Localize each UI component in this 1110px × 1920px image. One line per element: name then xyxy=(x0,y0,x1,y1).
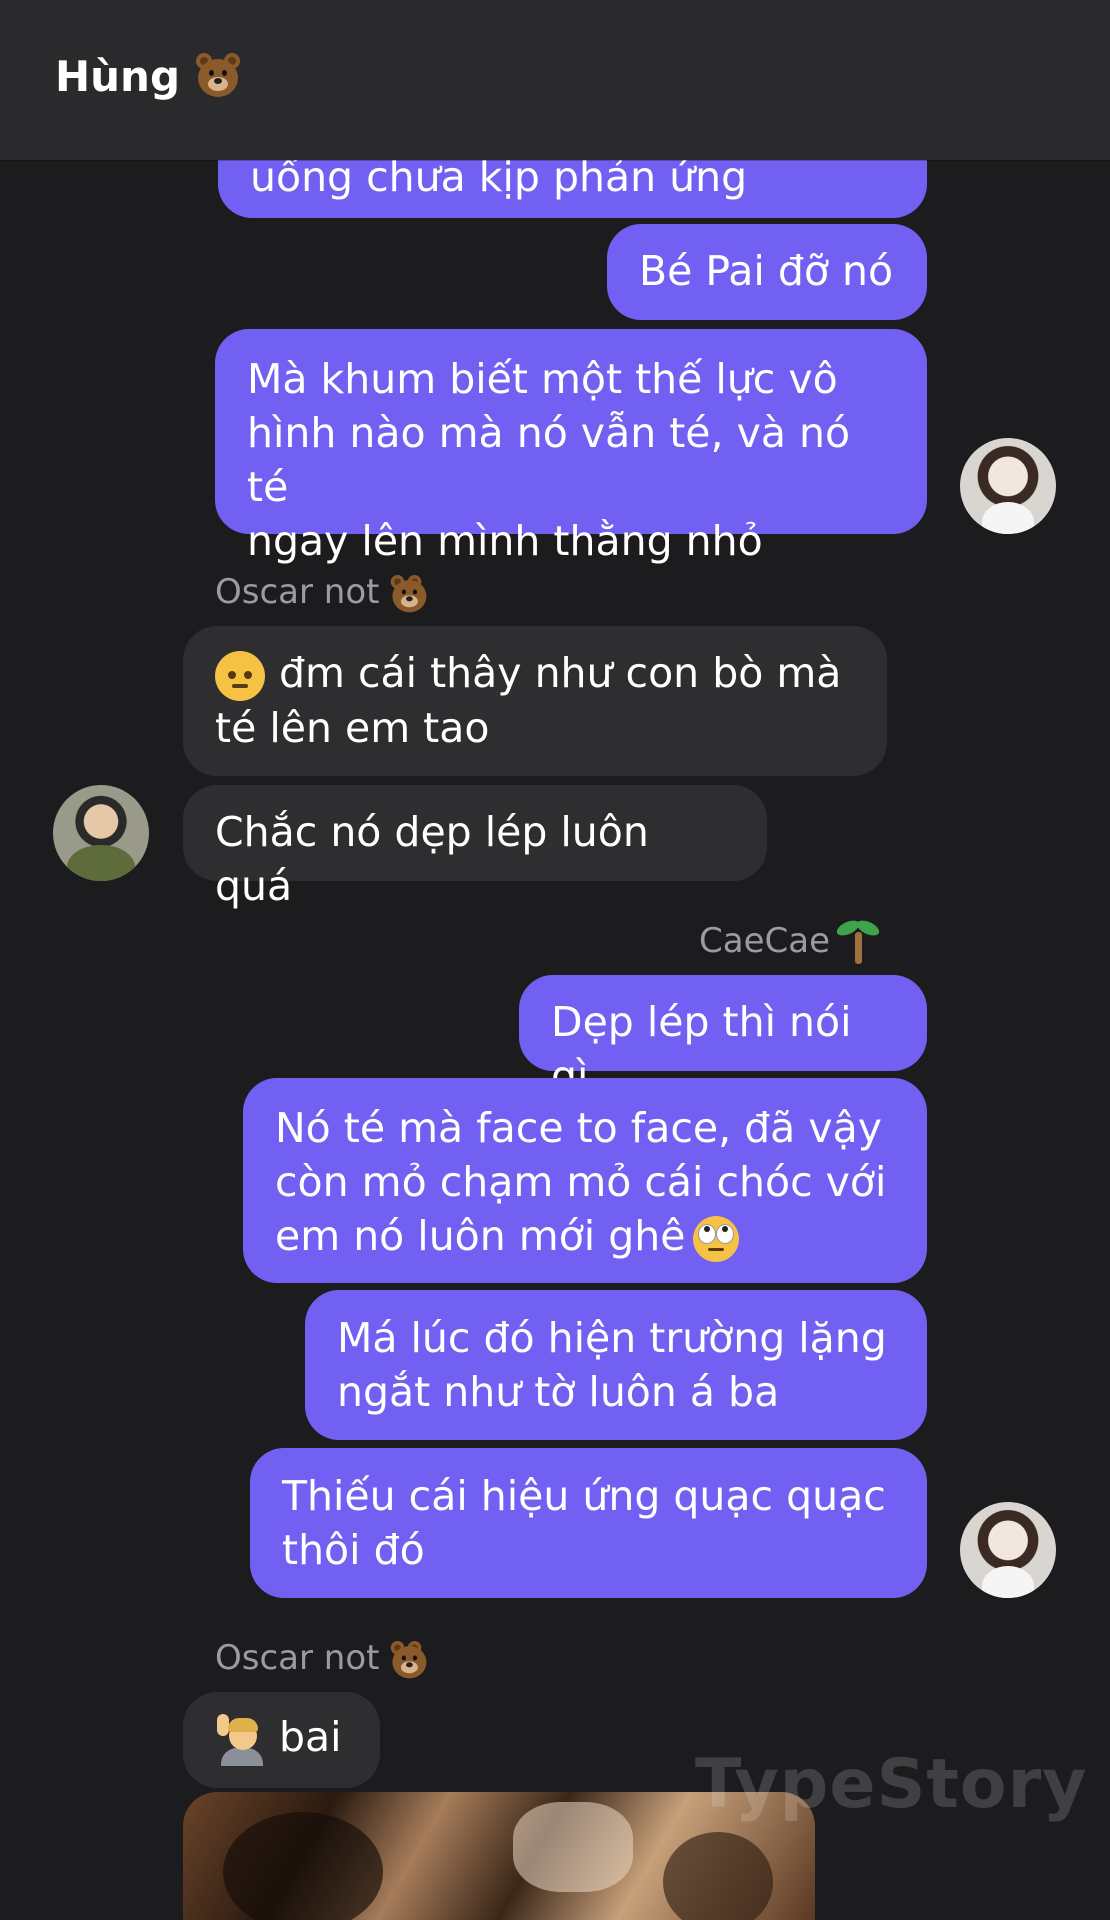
chat-title-text: Hùng xyxy=(55,52,181,101)
message-text-line: hình nào mà nó vẫn té, và nó té xyxy=(247,409,851,511)
message-text-line: té lên em tao xyxy=(215,704,490,752)
sender-name-text: Oscar not xyxy=(215,572,380,612)
chat-header: Hùng xyxy=(0,0,1110,160)
bear-icon xyxy=(194,52,242,101)
message-text: Bé Pai đỡ nó xyxy=(639,247,894,295)
message-text: đm cái thây như con bò mà xyxy=(279,649,842,697)
sender-name: CaeCae xyxy=(699,917,882,964)
palm-tree-icon xyxy=(834,917,882,964)
message-text-line: Nó té mà face to face, đã vậy xyxy=(275,1104,882,1152)
message-bubble-outgoing[interactable]: Nó té mà face to face, đã vậy còn mỏ chạ… xyxy=(243,1078,927,1283)
face-with-rolling-eyes-icon xyxy=(693,1216,740,1262)
message-bubble-incoming[interactable]: đm cái thây như con bò mà té lên em tao xyxy=(183,626,887,776)
message-text-line: ngay lên mình thằng nhỏ xyxy=(247,517,763,565)
message-text: em nó luôn mới ghê xyxy=(275,1212,686,1260)
message-bubble-outgoing[interactable]: Mà khum biết một thế lực vô hình nào mà … xyxy=(215,329,927,565)
message-bubble-outgoing[interactable]: Bé Pai đỡ nó xyxy=(607,224,927,320)
message-bubble-outgoing[interactable]: Má lúc đó hiện trường lặng ngắt như tờ l… xyxy=(305,1290,927,1440)
message-text-line: em nó luôn mới ghê xyxy=(275,1209,895,1263)
sender-name: Oscar not xyxy=(215,1638,429,1679)
message-text-line: đm cái thây như con bò mà xyxy=(215,646,855,701)
message-bubble-outgoing[interactable]: Dẹp lép thì nói gì xyxy=(519,975,927,1100)
sender-name-text: CaeCae xyxy=(699,921,830,961)
angry-face-icon xyxy=(215,651,265,701)
message-text: Chắc nó dẹp lép luôn quá xyxy=(215,808,649,910)
message-text: uống chưa kịp phản ứng xyxy=(250,153,748,201)
avatar-self[interactable] xyxy=(960,1502,1056,1598)
message-bubble-incoming[interactable]: Chắc nó dẹp lép luôn quá xyxy=(183,785,767,910)
watermark: TypeStory xyxy=(695,1745,1088,1824)
message-text-line: Mà khum biết một thế lực vô xyxy=(247,355,838,403)
sender-name-text: Oscar not xyxy=(215,1638,380,1678)
message-text-line: Má lúc đó hiện trường lặng xyxy=(337,1314,887,1362)
message-text-line: thôi đó xyxy=(282,1526,425,1574)
message-text: bai xyxy=(279,1713,342,1761)
avatar-self[interactable] xyxy=(960,438,1056,534)
bear-icon xyxy=(389,1641,427,1679)
bear-icon xyxy=(389,575,427,613)
message-bubble-incoming[interactable]: bai xyxy=(183,1692,380,1788)
avatar-contact[interactable] xyxy=(53,785,149,881)
chat-title[interactable]: Hùng xyxy=(55,52,242,101)
message-bubble-outgoing[interactable]: Thiếu cái hiệu ứng quạc quạc thôi đó xyxy=(250,1448,927,1598)
message-text-line: Thiếu cái hiệu ứng quạc quạc xyxy=(282,1472,886,1520)
message-text-line: còn mỏ chạm mỏ cái chóc với xyxy=(275,1158,887,1206)
message-text-line: ngắt như tờ luôn á ba xyxy=(337,1368,780,1416)
person-raising-hand-icon xyxy=(215,1714,267,1766)
sender-name: Oscar not xyxy=(215,572,429,613)
